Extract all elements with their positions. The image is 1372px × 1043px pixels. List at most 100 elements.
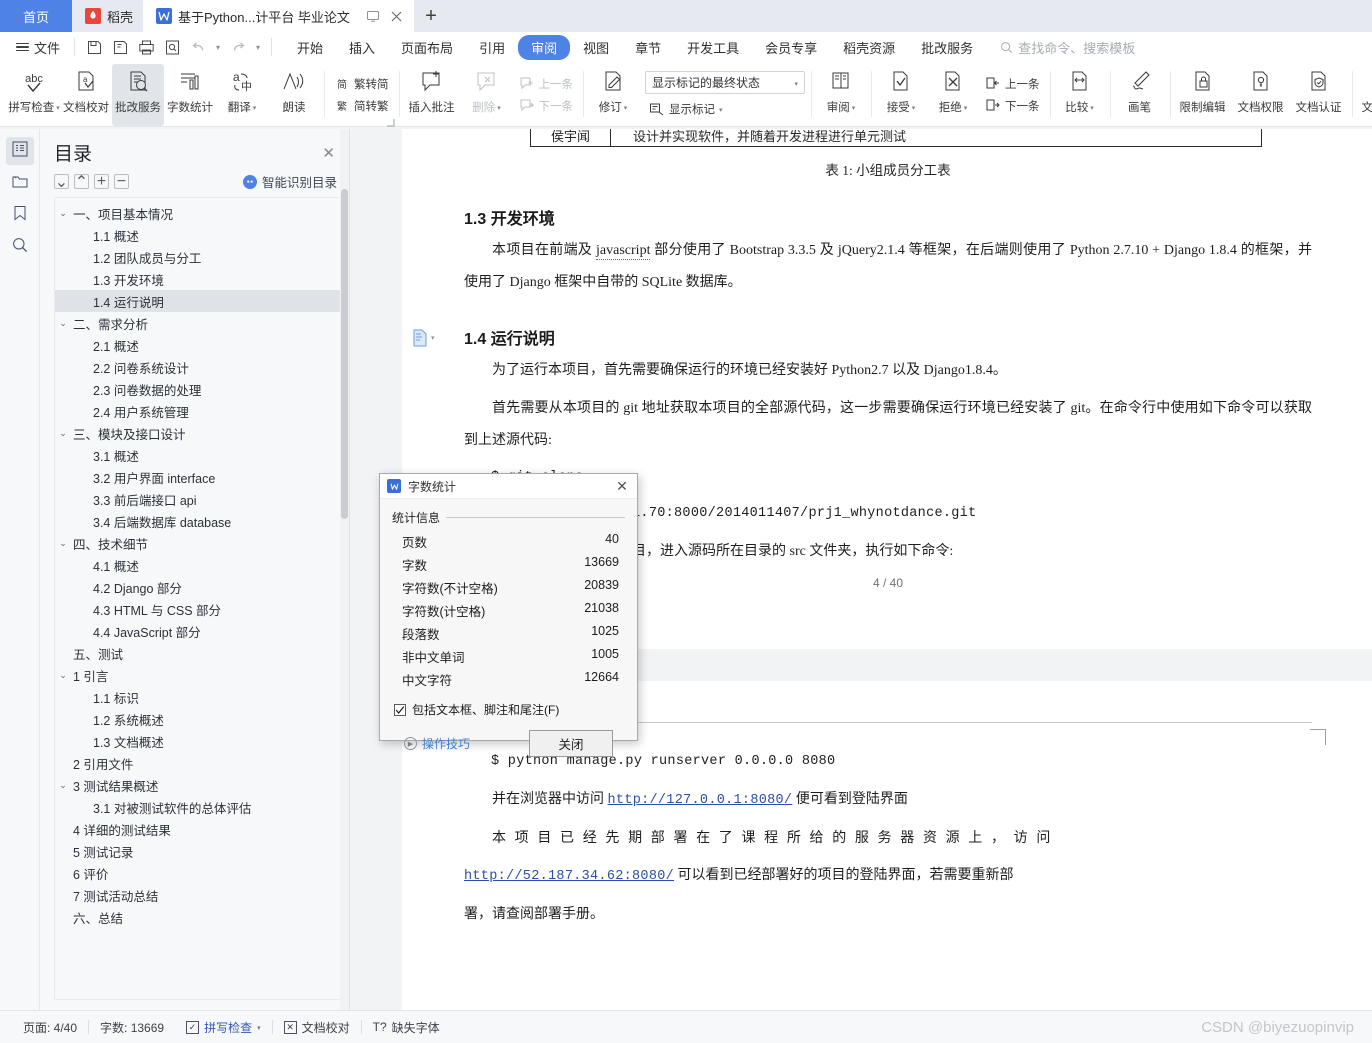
print-icon[interactable] (133, 35, 159, 59)
compare-button[interactable]: 比较 ▾ (1054, 64, 1106, 126)
chevron-down-icon[interactable]: ⌄ (55, 538, 71, 549)
link-remote-server[interactable]: http://52.187.34.62:8080/ (464, 869, 674, 884)
previous-comment-button[interactable]: 上一条 (515, 74, 578, 94)
rail-search[interactable] (6, 233, 34, 261)
outline-item[interactable]: 6 评价 (55, 862, 340, 884)
save-icon[interactable] (81, 35, 107, 59)
outline-item[interactable]: ⌄ 1 引言 (55, 664, 340, 686)
markup-display-select[interactable]: 显示标记的最终状态 ▾ (645, 71, 805, 94)
tab-view[interactable]: 视图 (570, 35, 622, 60)
close-icon[interactable] (389, 9, 404, 24)
outline-item[interactable]: 3.3 前后端接口 api (55, 488, 340, 510)
outline-item[interactable]: 2 引用文件 (55, 752, 340, 774)
outline-item[interactable]: ⌄ 3 测试结果概述 (55, 774, 340, 796)
chevron-down-icon[interactable]: ⌄ (55, 670, 71, 681)
tab-member-exclusive[interactable]: 会员专享 (752, 35, 830, 60)
simp-to-trad-button[interactable]: 繁 简转繁 (330, 96, 393, 116)
rail-outline[interactable] (5, 137, 34, 165)
outline-item[interactable]: 4.4 JavaScript 部分 (55, 620, 340, 642)
finalize-doc-button[interactable]: 文档定稿 (1356, 64, 1372, 126)
outline-item[interactable]: 2.4 用户系统管理 (55, 400, 340, 422)
outline-item[interactable]: 3.1 概述 (55, 444, 340, 466)
outline-item[interactable]: 1.2 系统概述 (55, 708, 340, 730)
outline-item[interactable]: 2.1 概述 (55, 334, 340, 356)
command-search-box[interactable]: 查找命令、搜索模板 (1000, 38, 1135, 57)
read-aloud-button[interactable]: 朗读 (268, 64, 320, 126)
doc-certification-button[interactable]: 文档认证 (1290, 64, 1348, 126)
word-count-dialog[interactable]: 字数统计 ✕ 统计信息 页数 40 字数 13669 字符数(不计空格) 20839 字符数… (379, 473, 638, 757)
outline-item[interactable]: ⌄ 一、项目基本情况 (55, 202, 340, 224)
doc-proofread-button[interactable]: a 文档校对 (60, 64, 112, 126)
correction-service-button[interactable]: 批改服务 (112, 64, 164, 126)
track-changes-button[interactable]: 修订 ▾ (587, 64, 639, 126)
dialog-close-icon[interactable]: ✕ (613, 478, 631, 495)
outline-item[interactable]: ⌄ 二、需求分析 (55, 312, 340, 334)
new-tab-button[interactable]: + (413, 0, 448, 32)
prev-change-button[interactable]: 上一条 (981, 74, 1044, 94)
outline-item[interactable]: 1.3 文档概述 (55, 730, 340, 752)
outline-item[interactable]: 3.4 后端数据库 database (55, 510, 340, 532)
chevron-down-icon[interactable]: ⌄ (55, 318, 71, 329)
outline-close-icon[interactable]: ✕ (320, 144, 337, 162)
outline-item[interactable]: 4.2 Django 部分 (55, 576, 340, 598)
status-page-indicator[interactable]: 页面: 4/40 (12, 1016, 88, 1038)
chevron-down-icon[interactable]: ⌄ (55, 780, 71, 791)
file-menu-button[interactable]: 文件 (8, 35, 68, 59)
link-local-server[interactable]: http://127.0.0.1:8080/ (608, 793, 793, 808)
outline-item[interactable]: 3.2 用户界面 interface (55, 466, 340, 488)
collapse-all-button[interactable]: − (114, 173, 129, 190)
outline-item[interactable]: 4 详细的测试结果 (55, 818, 340, 840)
rail-bookmark[interactable] (6, 201, 34, 229)
outline-item[interactable]: 1.3 开发环境 (55, 268, 340, 290)
smart-outline-button[interactable]: 智能识别目录 (242, 172, 337, 191)
outline-scroll-thumb[interactable] (341, 189, 348, 519)
restrict-edit-button[interactable]: 限制编辑 (1174, 64, 1232, 126)
tab-docer-resources[interactable]: 稻壳资源 (830, 35, 908, 60)
screen-cast-icon[interactable] (366, 9, 381, 24)
taohe-tab[interactable]: 稻壳 (72, 0, 144, 32)
rail-folder[interactable] (6, 169, 34, 197)
trad-to-simp-button[interactable]: 简 繁转简 (330, 74, 393, 94)
status-proofread[interactable]: ✕ 文档校对 (273, 1016, 361, 1038)
undo-icon[interactable] (185, 35, 211, 59)
outline-item[interactable]: 2.2 问卷系统设计 (55, 356, 340, 378)
collapse-up-button[interactable]: ⌃ (74, 174, 89, 191)
tab-correction-service[interactable]: 批改服务 (908, 35, 986, 60)
outline-item[interactable]: 1.4 运行说明 (55, 290, 340, 312)
outline-item[interactable]: 1.2 团队成员与分工 (55, 246, 340, 268)
chevron-down-icon[interactable]: ▾ (257, 1024, 261, 1032)
conversion-dialog-launcher[interactable] (386, 114, 395, 127)
expand-down-button[interactable]: ⌄ (54, 174, 69, 191)
outline-item[interactable]: 4.3 HTML 与 CSS 部分 (55, 598, 340, 620)
tab-start[interactable]: 开始 (284, 35, 336, 60)
document-tab[interactable]: 基于Python...计平台 毕业论文 (143, 0, 414, 32)
reject-button[interactable]: 拒绝 ▾ (927, 64, 979, 126)
outline-item[interactable]: 3.1 对被测试软件的总体评估 (55, 796, 340, 818)
print-preview-icon[interactable] (159, 35, 185, 59)
outline-item[interactable]: 五、测试 (55, 642, 340, 664)
insert-comment-button[interactable]: 插入批注 (403, 64, 461, 126)
next-comment-button[interactable]: 下一条 (515, 96, 578, 116)
outline-item[interactable]: 1.1 概述 (55, 224, 340, 246)
chevron-down-icon[interactable]: ▾ (431, 334, 435, 342)
dialog-close-button[interactable]: 关闭 (529, 730, 613, 757)
chevron-down-icon[interactable]: ⌄ (55, 428, 71, 439)
tab-references[interactable]: 引用 (466, 35, 518, 60)
tab-dev-tools[interactable]: 开发工具 (674, 35, 752, 60)
tab-insert[interactable]: 插入 (336, 35, 388, 60)
outline-item[interactable]: ⌄ 四、技术细节 (55, 532, 340, 554)
outline-item[interactable]: 六、总结 (55, 906, 340, 928)
redo-icon[interactable] (225, 35, 251, 59)
expand-all-button[interactable]: + (94, 173, 109, 190)
outline-item[interactable]: 7 测试活动总结 (55, 884, 340, 906)
tab-review[interactable]: 审阅 (518, 34, 571, 60)
next-change-button[interactable]: 下一条 (981, 96, 1044, 116)
doc-permission-button[interactable]: 文档权限 (1232, 64, 1290, 126)
show-markup-button[interactable]: 显示标记 ▾ (645, 99, 805, 119)
save-as-icon[interactable] (107, 35, 133, 59)
home-tab[interactable]: 首页 (0, 0, 72, 32)
outline-item[interactable]: 2.3 问卷数据的处理 (55, 378, 340, 400)
outline-item[interactable]: 1.1 标识 (55, 686, 340, 708)
word-count-button[interactable]: 字数统计 (164, 64, 216, 126)
accept-button[interactable]: 接受 ▾ (875, 64, 927, 126)
